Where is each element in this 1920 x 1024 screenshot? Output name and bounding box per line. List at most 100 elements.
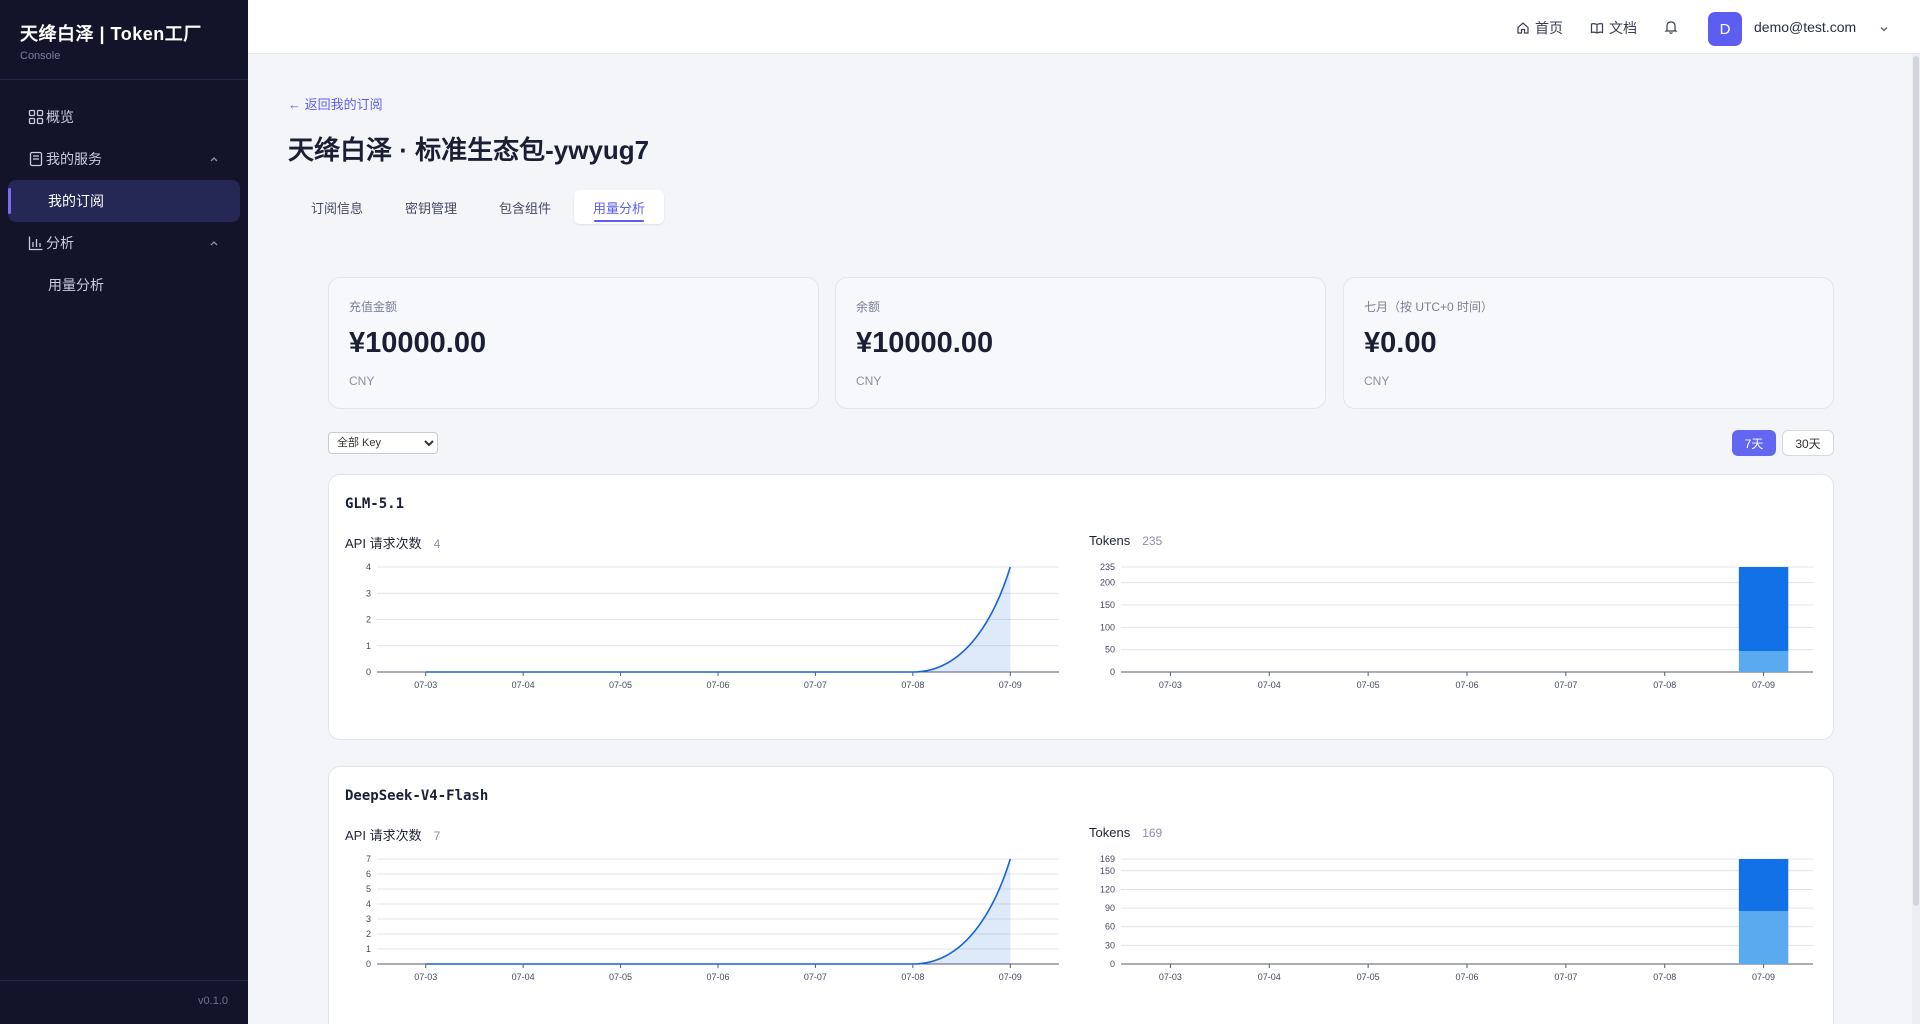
y-tick-label: 90	[1105, 903, 1115, 913]
sidebar-item-label: 我的服务	[46, 151, 102, 167]
open-book-icon	[1590, 23, 1604, 34]
stat-unit: CNY	[856, 374, 882, 388]
brand-subtitle: Console	[20, 50, 61, 62]
brand[interactable]: 天绛白泽 | Token工厂 Console	[0, 0, 248, 80]
model-card-glm: GLM-5.1 API 请求次数 4 0 1 2 3 4 07-03 07-04 07-05 0…	[328, 474, 1834, 740]
y-tick-label: 7	[366, 854, 371, 864]
y-tick-label: 0	[366, 667, 371, 677]
bar-segment	[1738, 651, 1789, 672]
tab-key-management[interactable]: 密钥管理	[386, 190, 476, 224]
bar-segment	[1738, 567, 1789, 651]
x-tick-label: 07-03	[414, 680, 437, 690]
notifications-button[interactable]	[1663, 19, 1679, 35]
x-tick-label: 07-03	[1159, 972, 1182, 982]
y-tick-label: 235	[1100, 562, 1115, 572]
chevron-down-icon[interactable]	[1878, 22, 1890, 40]
book-icon	[28, 151, 44, 167]
chart-title: Tokens	[1089, 825, 1131, 840]
sidebar-item-overview[interactable]: 概览	[0, 96, 248, 138]
version-label: v0.1.0	[0, 980, 248, 1024]
stat-unit: CNY	[349, 374, 375, 388]
stat-value: ¥10000.00	[349, 327, 487, 359]
scrollbar-thumb[interactable]	[1913, 56, 1919, 906]
chart-total: 169	[1142, 826, 1163, 840]
sidebar-nav: 概览 我的服务 我的订阅 分析 用量分析	[0, 80, 248, 306]
sidebar-item-label: 分析	[46, 235, 74, 251]
range-30d-button[interactable]: 30天	[1782, 430, 1834, 456]
x-tick-label: 07-04	[1258, 972, 1281, 982]
sidebar: 天绛白泽 | Token工厂 Console 概览 我的服务 我的订阅 分析 用…	[0, 0, 248, 1024]
bar-chart-icon	[28, 235, 44, 251]
stat-card-recharge: 充值金额 ¥10000.00 CNY	[328, 277, 819, 409]
sidebar-group-analytics[interactable]: 分析	[0, 222, 248, 264]
y-tick-label: 2	[366, 615, 371, 625]
x-tick-label: 07-03	[1159, 680, 1182, 690]
home-icon	[1517, 22, 1529, 34]
range-7d-button[interactable]: 7天	[1732, 430, 1776, 456]
tab-usage-analysis[interactable]: 用量分析	[574, 190, 665, 224]
x-tick-label: 07-06	[706, 972, 729, 982]
x-tick-label: 07-05	[1357, 972, 1380, 982]
user-email[interactable]: demo@test.com	[1754, 19, 1856, 35]
x-tick-label: 07-09	[1752, 972, 1775, 982]
bell-icon	[1664, 21, 1678, 34]
grid-icon	[28, 109, 44, 125]
y-tick-label: 100	[1100, 622, 1115, 632]
home-link[interactable]: 首页	[1516, 18, 1563, 38]
y-tick-label: 200	[1100, 578, 1115, 588]
chart-title: API 请求次数	[345, 536, 422, 551]
y-tick-label: 50	[1105, 645, 1115, 655]
x-tick-label: 07-05	[609, 680, 632, 690]
stat-value: ¥0.00	[1364, 327, 1437, 359]
top-bar: 首页 文档 D demo@test.com	[248, 0, 1920, 54]
x-tick-label: 07-07	[804, 680, 827, 690]
y-tick-label: 60	[1105, 922, 1115, 932]
tab-components[interactable]: 包含组件	[480, 190, 570, 224]
chart-header: Tokens 235	[1089, 533, 1162, 548]
sidebar-group-my-services[interactable]: 我的服务	[0, 138, 248, 180]
x-tick-label: 07-09	[999, 680, 1022, 690]
x-tick-label: 07-05	[1357, 680, 1380, 690]
chart-total: 4	[433, 537, 441, 551]
docs-link[interactable]: 文档	[1590, 18, 1637, 38]
y-tick-label: 6	[366, 869, 371, 879]
sidebar-item-usage-analysis[interactable]: 用量分析	[0, 264, 248, 306]
x-tick-label: 07-08	[1653, 972, 1676, 982]
stat-card-month-spend: 七月（按 UTC+0 时间） ¥0.00 CNY	[1343, 277, 1834, 409]
sidebar-item-my-subscriptions[interactable]: 我的订阅	[8, 180, 240, 222]
api-requests-chart: 0 1 2 3 4 07-03 07-04 07-05 07-06 07-07 07-08 07-09	[366, 562, 1059, 690]
area-fill	[425, 859, 1011, 964]
home-link-label: 首页	[1535, 20, 1563, 36]
chevron-up-icon	[208, 152, 220, 168]
tokens-chart: 0 30 60 90 120 150 169 07-03 07-04 07-05 07-06 07-0…	[1100, 854, 1813, 982]
x-tick-label: 07-04	[1258, 680, 1281, 690]
stat-value: ¥10000.00	[856, 327, 994, 359]
y-tick-label: 150	[1100, 600, 1115, 610]
y-tick-label: 3	[366, 914, 371, 924]
sidebar-item-label: 概览	[46, 109, 74, 125]
key-filter-select[interactable]: 全部 Key	[328, 432, 438, 454]
y-tick-label: 5	[366, 884, 371, 894]
x-tick-label: 07-07	[1554, 680, 1577, 690]
x-tick-label: 07-09	[999, 972, 1022, 982]
y-tick-label: 3	[366, 588, 371, 598]
tokens-chart: 0 50 100 150 200 235 07-03 07-04 07-05 07-06 07-07…	[1100, 562, 1813, 690]
tab-bar: 订阅信息 密钥管理 包含组件 用量分析	[292, 190, 665, 226]
y-tick-label: 30	[1105, 940, 1115, 950]
bar-segment	[1738, 859, 1789, 912]
chart-header: API 请求次数 7	[345, 825, 440, 844]
y-tick-label: 120	[1100, 884, 1115, 894]
bar-segment	[1738, 911, 1789, 964]
tab-subscription-info[interactable]: 订阅信息	[292, 190, 382, 224]
y-tick-label: 0	[1110, 959, 1115, 969]
stat-label: 充值金额	[349, 300, 398, 314]
x-tick-label: 07-07	[1554, 972, 1577, 982]
x-tick-label: 07-06	[1455, 972, 1478, 982]
y-tick-label: 1	[366, 641, 371, 651]
model-name: DeepSeek-V4-Flash	[345, 788, 489, 804]
y-tick-label: 0	[1110, 667, 1115, 677]
model-card-deepseek: DeepSeek-V4-Flash API 请求次数 7 0 1 2 3 4 5 6 7 07-…	[328, 766, 1834, 1024]
avatar[interactable]: D	[1708, 12, 1742, 46]
y-tick-label: 169	[1100, 854, 1115, 864]
back-link[interactable]: ← 返回我的订阅	[288, 94, 383, 113]
